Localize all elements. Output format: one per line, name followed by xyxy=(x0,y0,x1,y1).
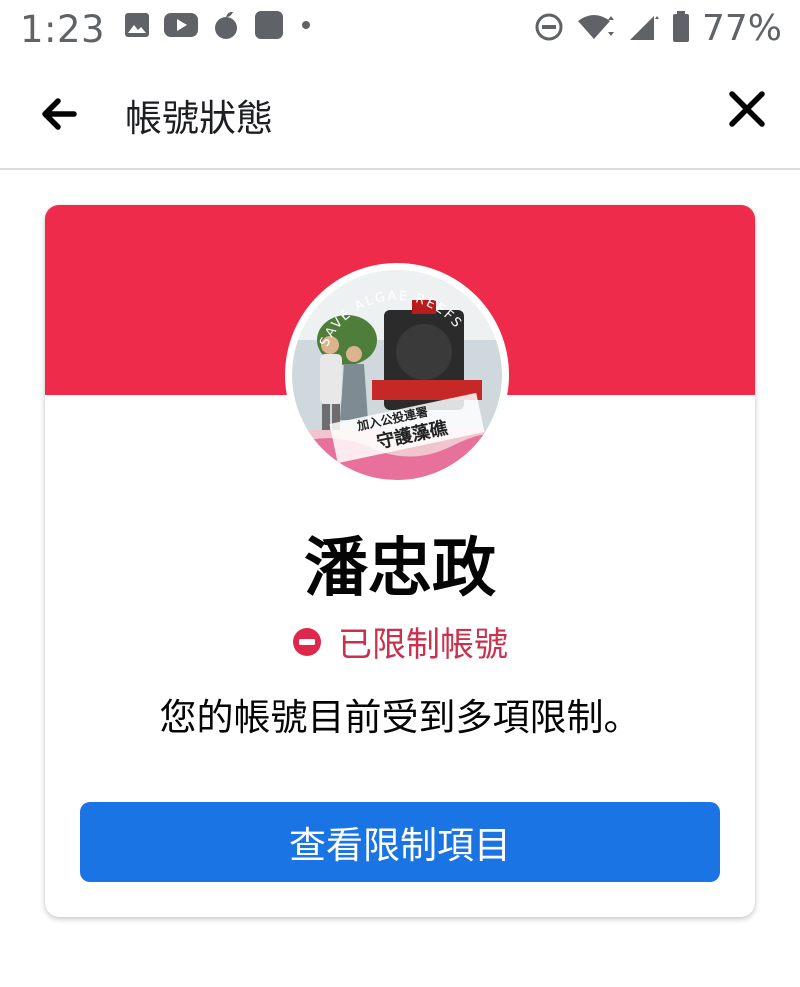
page-title: 帳號狀態 xyxy=(125,97,273,140)
profile-name: 潘忠政 xyxy=(304,532,496,606)
image-icon xyxy=(124,12,150,42)
dot-icon xyxy=(298,17,314,37)
signal-icon xyxy=(628,12,660,46)
notification-icons xyxy=(124,10,314,44)
close-icon xyxy=(729,91,765,127)
account-status-card: SAVE ALGAE REEFS 加入公投連署 守護藻礁 潘忠政 已限制帳號 您… xyxy=(45,205,755,917)
app-square-icon xyxy=(254,10,284,44)
back-arrow-icon xyxy=(42,98,77,130)
battery-percentage: 77% xyxy=(701,8,782,49)
do-not-disturb-icon xyxy=(534,12,564,46)
system-icons: 77% xyxy=(534,8,782,49)
status-time: 1:23 xyxy=(20,8,106,51)
youtube-icon xyxy=(164,12,198,42)
avatar-image: SAVE ALGAE REEFS 加入公投連署 守護藻礁 xyxy=(292,270,502,480)
apple-app-icon xyxy=(212,10,240,44)
restricted-icon xyxy=(293,627,321,656)
back-button[interactable] xyxy=(38,92,86,136)
wifi-icon xyxy=(576,12,616,46)
account-status: 已限制帳號 xyxy=(45,617,755,666)
battery-icon xyxy=(672,10,690,47)
status-description: 您的帳號目前受到多項限制。 xyxy=(159,696,641,739)
status-label: 已限制帳號 xyxy=(338,625,508,665)
app-bar: 帳號狀態 xyxy=(0,62,800,170)
close-button[interactable] xyxy=(724,86,770,132)
status-bar: 1:23 77% xyxy=(0,0,800,62)
view-restrictions-button[interactable]: 查看限制項目 xyxy=(80,802,720,882)
profile-avatar: SAVE ALGAE REEFS 加入公投連署 守護藻礁 xyxy=(285,263,509,487)
